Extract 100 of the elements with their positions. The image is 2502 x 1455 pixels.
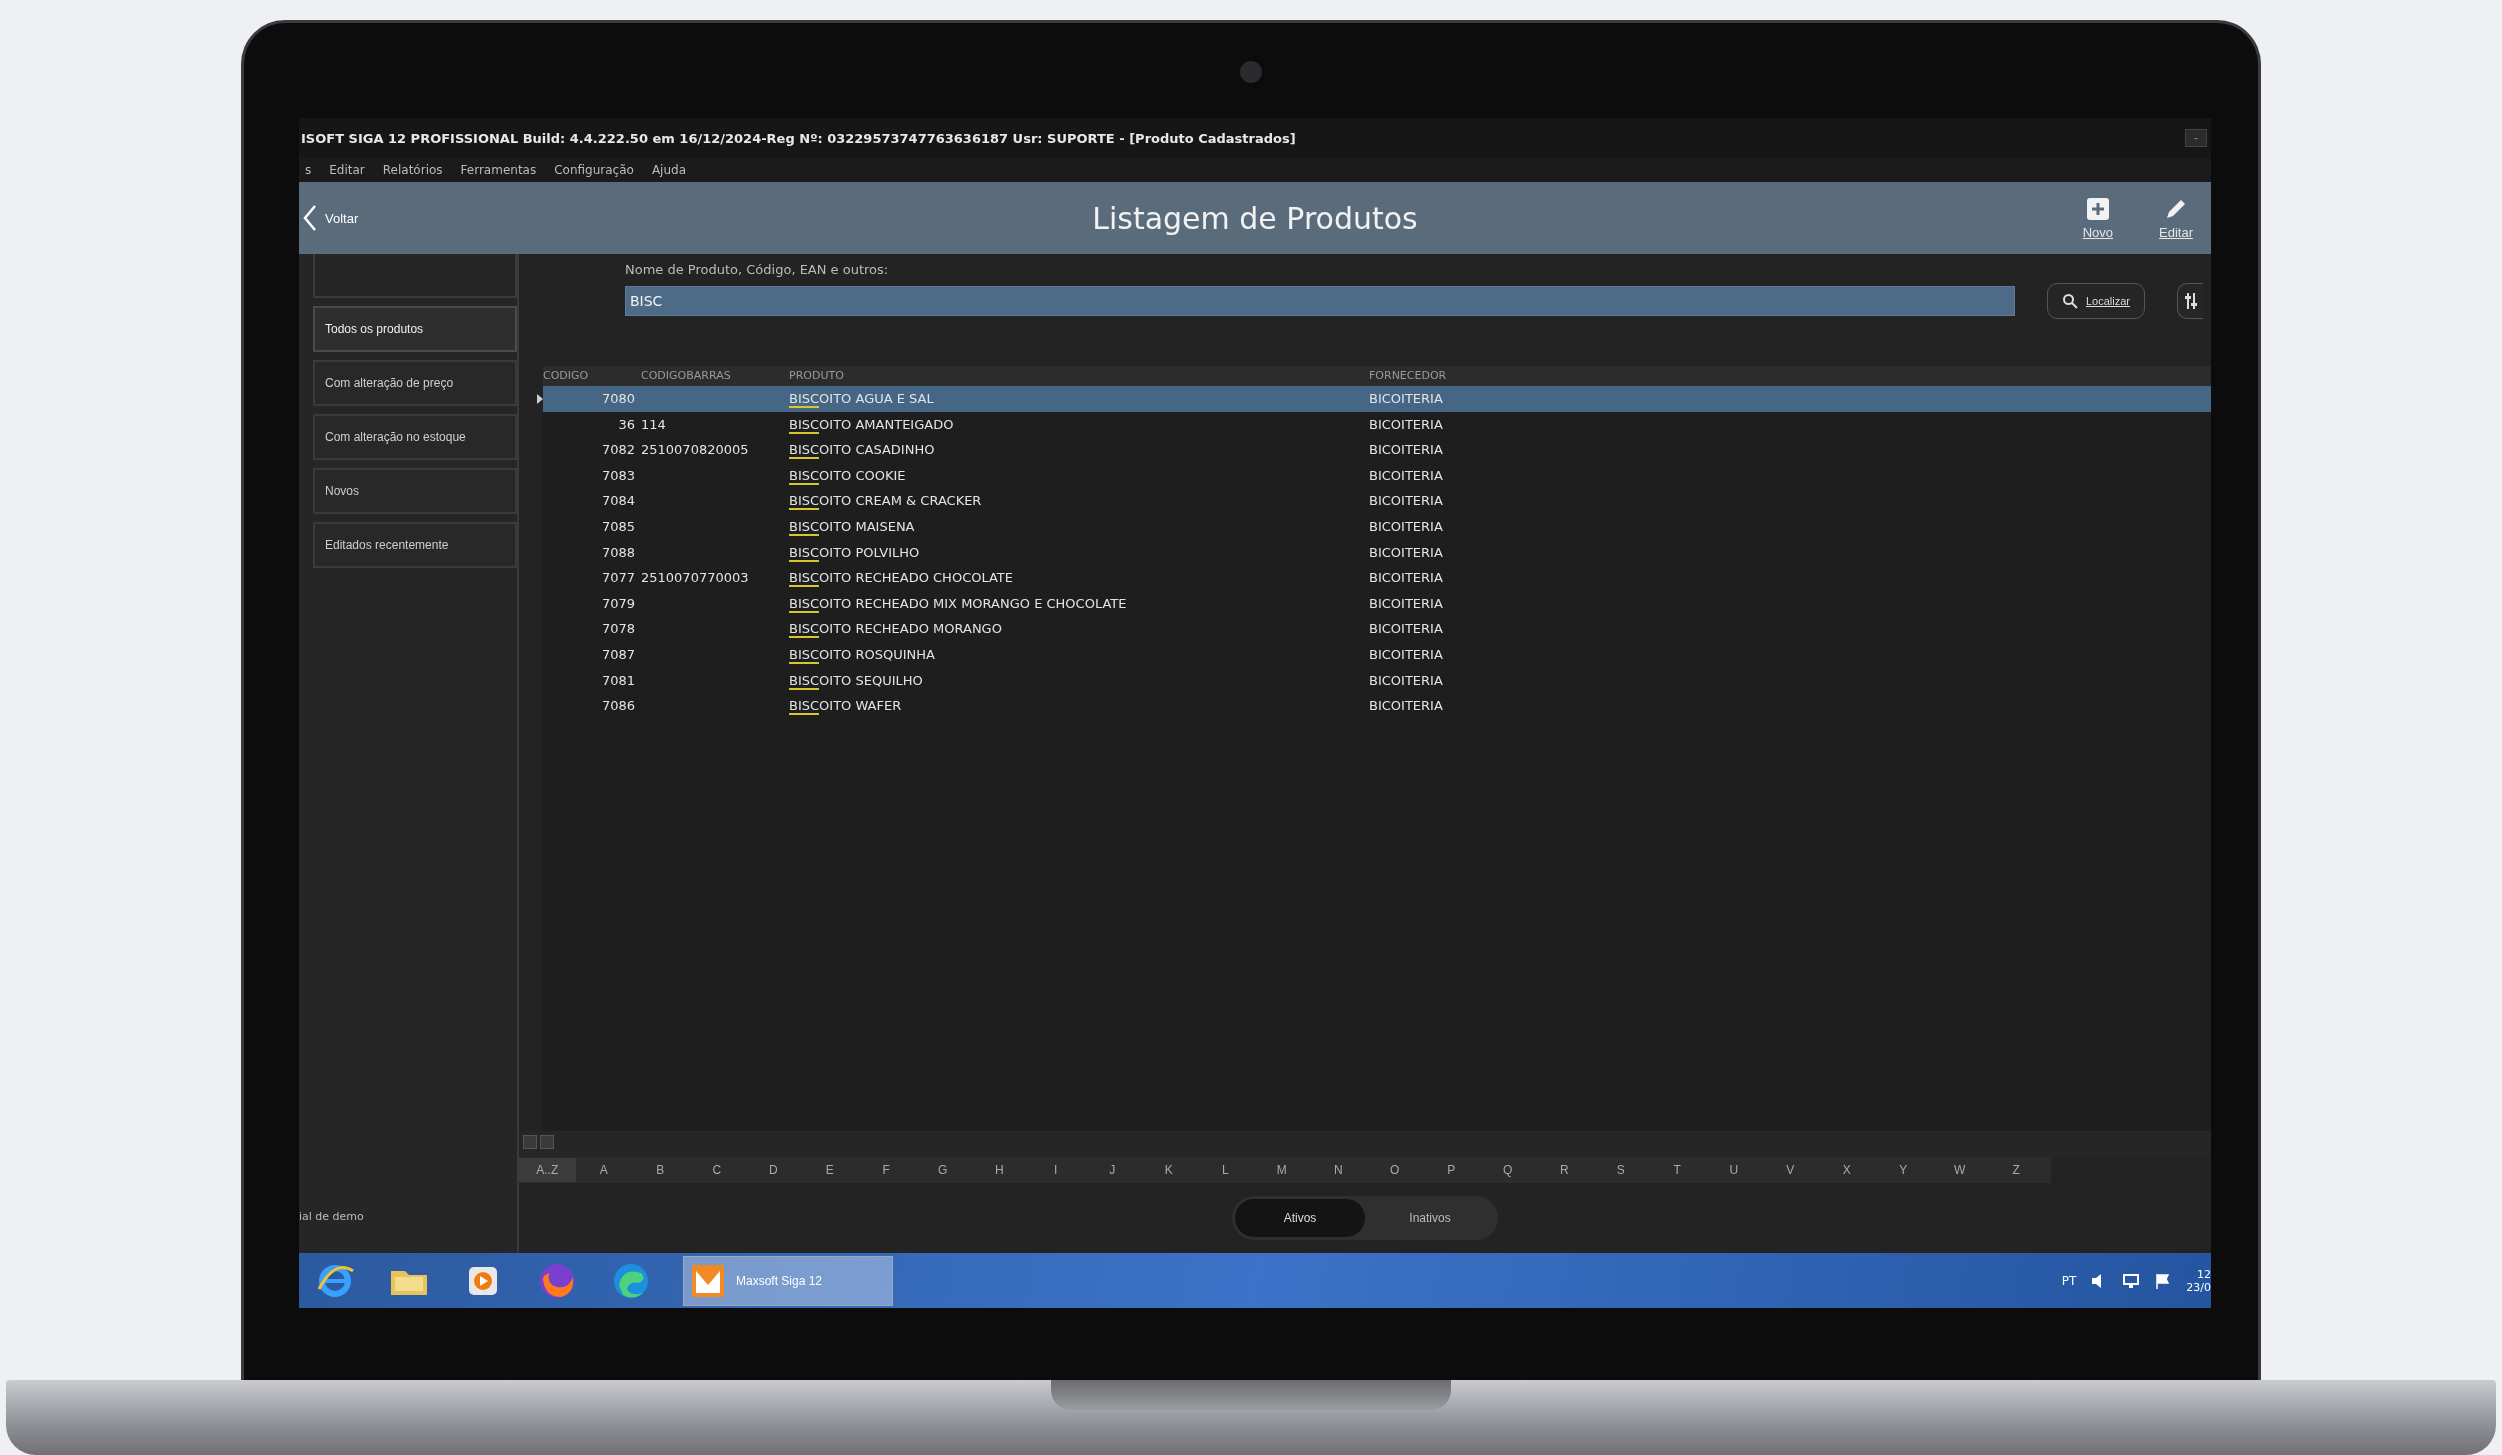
letter-filter[interactable]: F: [858, 1158, 915, 1182]
letter-filter[interactable]: P: [1423, 1158, 1480, 1182]
table-cell-text: 7086: [600, 697, 636, 716]
table-cell-text: 7078: [600, 620, 636, 639]
back-button[interactable]: Voltar: [299, 204, 363, 232]
letter-filter[interactable]: W: [1931, 1158, 1988, 1182]
table-cell-text: BISCOITO RECHEADO CHOCOLATE: [789, 569, 1015, 590]
m-logo-icon: [690, 1262, 726, 1299]
status-tab[interactable]: Inativos: [1365, 1199, 1495, 1237]
toolbar-button[interactable]: Novo: [2074, 192, 2122, 244]
table-cell-text: BICOITERIA: [1369, 620, 1444, 639]
status-tab[interactable]: Ativos: [1235, 1199, 1365, 1237]
table-cell-text: BICOITERIA: [1369, 645, 1444, 664]
table-cell-text: BICOITERIA: [1369, 441, 1444, 460]
table-cell-text: BICOITERIA: [1369, 697, 1444, 716]
table-cell-text: 7082: [600, 441, 636, 460]
letter-filter[interactable]: N: [1310, 1158, 1367, 1182]
filter-button[interactable]: Com alteração no estoque: [313, 414, 517, 460]
network-icon[interactable]: [2122, 1271, 2141, 1290]
table-cell-text: 7085: [600, 517, 636, 536]
table-row[interactable]: 7088 BISCOITO POLVILHO BICOITERIA: [543, 539, 2211, 566]
letter-filter[interactable]: Y: [1875, 1158, 1932, 1182]
table-cell-text: BISCOITO AGUA E SAL: [789, 390, 935, 410]
letter-filter[interactable]: C: [688, 1158, 745, 1182]
table-row[interactable]: 7086 BISCOITO WAFER BICOITERIA: [543, 693, 2211, 719]
table-cell-text: 7080: [600, 390, 636, 408]
letter-filter[interactable]: M: [1253, 1158, 1310, 1182]
filter-button[interactable]: [2177, 283, 2204, 319]
clock-date: 23/0: [2186, 1280, 2211, 1294]
table-row[interactable]: 7083 BISCOITO COOKIE BICOITERIA: [543, 462, 2211, 489]
window-title: ISOFT SIGA 12 PROFISSIONAL Build: 4.4.222.50 em 16/12/2024-Reg Nº: 03229573747763636187 Usr: SUPORTE - [Produto Cadastrados]: [301, 130, 1296, 146]
menu-item[interactable]: Ferramentas: [460, 163, 537, 177]
letter-filter[interactable]: Q: [1479, 1158, 1536, 1182]
table-row[interactable]: 7079 BISCOITO RECHEADO MIX MORANGO E CHOCOLATE BICOITERIA: [543, 590, 2211, 617]
table-cell-text: 7084: [600, 492, 636, 511]
letter-filter[interactable]: G: [914, 1158, 971, 1182]
trial-text: ial de demo: [299, 1210, 365, 1223]
letter-filter[interactable]: S: [1592, 1158, 1649, 1182]
table-row[interactable]: 7081 BISCOITO SEQUILHO BICOITERIA: [543, 667, 2211, 694]
letter-filter[interactable]: U: [1705, 1158, 1762, 1182]
menu-item[interactable]: Ajuda: [651, 163, 687, 177]
table-cell-text: 7083: [600, 466, 636, 485]
letter-filter[interactable]: H: [971, 1158, 1028, 1182]
table-cell-text: BICOITERIA: [1369, 517, 1444, 536]
search-field[interactable]: BISC: [625, 286, 2015, 316]
filter-button[interactable]: Novos: [313, 468, 517, 514]
menu-item[interactable]: Relatórios: [382, 163, 443, 177]
table-row[interactable]: 7084 BISCOITO CREAM & CRACKER BICOITERIA: [543, 488, 2211, 514]
plus-square-icon: [2085, 196, 2110, 221]
column-header[interactable]: CODIGOBARRAS: [641, 366, 789, 386]
filter-button[interactable]: Editados recentemente: [313, 522, 517, 568]
letter-filter[interactable]: J: [1084, 1158, 1141, 1182]
menu-item[interactable]: Editar: [329, 163, 365, 177]
table-cell-text: 7087: [600, 645, 636, 664]
menu-item[interactable]: Configuração: [554, 163, 634, 177]
table-cell-text: 114: [641, 415, 667, 434]
toolbar-button[interactable]: Editar: [2151, 192, 2201, 244]
table-row[interactable]: 7078 BISCOITO RECHEADO MORANGO BICOITERIA: [543, 616, 2211, 642]
column-header[interactable]: FORNECEDOR: [1369, 366, 2211, 386]
letter-filter[interactable]: L: [1197, 1158, 1254, 1182]
clock-time: 12: [2197, 1267, 2211, 1281]
letter-filter[interactable]: E: [801, 1158, 858, 1182]
table-cell-text: BISCOITO WAFER: [789, 697, 903, 718]
letter-filter[interactable]: T: [1649, 1158, 1706, 1182]
menu-item[interactable]: s: [305, 163, 312, 177]
row-pointer-icon: [537, 393, 543, 404]
table-cell-text: BICOITERIA: [1369, 492, 1444, 511]
filter-button[interactable]: Todos os produtos: [313, 306, 517, 352]
column-header[interactable]: PRODUTO: [789, 366, 1369, 386]
column-header[interactable]: CODIGO: [543, 366, 641, 386]
filter-button[interactable]: Com alteração de preço: [313, 360, 517, 406]
table-row[interactable]: 7087 BISCOITO ROSQUINHA BICOITERIA: [543, 641, 2211, 668]
search-button[interactable]: Localizar: [2047, 283, 2146, 319]
letter-filter[interactable]: I: [1027, 1158, 1084, 1182]
table-row[interactable]: 7082 2510070820005 BISCOITO CASADINHO BICOITERIA: [543, 437, 2211, 463]
letter-filter[interactable]: X: [1818, 1158, 1875, 1182]
letter-filter[interactable]: A: [575, 1158, 632, 1182]
table-cell-text: 2510070820005: [641, 441, 750, 460]
table-cell-text: BICOITERIA: [1369, 594, 1444, 613]
language-indicator[interactable]: PT: [2061, 1273, 2077, 1288]
letter-filter[interactable]: K: [1140, 1158, 1197, 1182]
letter-filter[interactable]: A..Z: [519, 1158, 576, 1182]
table-cell-text: BISCOITO AMANTEIGADO: [789, 415, 955, 436]
camera-icon: [1240, 61, 1262, 83]
letter-filter[interactable]: D: [745, 1158, 802, 1182]
letter-filter[interactable]: R: [1536, 1158, 1593, 1182]
table-row[interactable]: 7077 2510070770003 BISCOITO RECHEADO CHOCOLATE BICOITERIA: [543, 565, 2211, 591]
table-row[interactable]: 7080 BISCOITO AGUA E SAL BICOITERIA: [543, 386, 2211, 412]
minimize-button[interactable]: -: [2185, 129, 2207, 147]
table-cell-text: BISCOITO POLVILHO: [789, 543, 921, 564]
table-cell-text: BICOITERIA: [1369, 415, 1444, 434]
letter-filter[interactable]: Z: [1988, 1158, 2045, 1182]
table-row[interactable]: 36 114 BISCOITO AMANTEIGADO BICOITERIA: [543, 411, 2211, 438]
table-row[interactable]: 7085 BISCOITO MAISENA BICOITERIA: [543, 513, 2211, 540]
table-cell-text: 7081: [600, 671, 636, 690]
letter-filter[interactable]: V: [1762, 1158, 1819, 1182]
letter-filter[interactable]: O: [1366, 1158, 1423, 1182]
page-title: Listagem de Produtos: [1092, 200, 1418, 236]
letter-filter[interactable]: B: [632, 1158, 689, 1182]
table-cell-text: BISCOITO CREAM & CRACKER: [789, 492, 983, 513]
